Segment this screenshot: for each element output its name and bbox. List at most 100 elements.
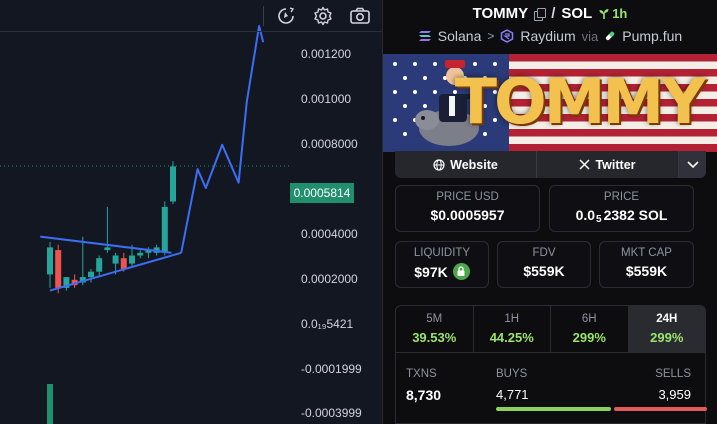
buys-bar [496,407,611,411]
chain-breadcrumb: Solana > Raydium via Pump.fun [383,28,717,44]
more-links-button[interactable] [679,151,706,178]
twitter-button[interactable]: Twitter [537,151,679,178]
gear-icon [314,6,332,26]
tab-label: 5M [426,313,443,325]
camera-icon [350,7,370,24]
tab-5m[interactable]: 5M 39.53% [396,306,474,352]
seedling-icon [599,8,609,19]
price-axis-label: 0.001200 [301,47,351,61]
price-usd-label: PRICE USD [436,191,499,203]
dex-link[interactable]: Raydium [520,28,575,44]
liquidity-card: LIQUIDITY $97K [395,241,489,288]
replay-icon [278,7,295,24]
transactions-panel: TXNS 8,730 BUYS 4,771 SELLS 3,959 [395,353,707,424]
liquidity-value: $97K [414,263,448,280]
price-native-label: PRICE [603,191,640,203]
projection-path [180,25,265,253]
token-banner: TOMMY [383,54,717,152]
chain-link[interactable]: Solana [438,28,482,44]
lock-icon[interactable] [452,263,470,280]
price-usd-card: PRICE USD $0.0005957 [395,185,540,232]
chevron-down-icon [686,160,699,168]
price-native-digits: 2382 SOL [603,207,668,223]
replay-button[interactable] [274,4,298,28]
txns-label: TXNS [406,368,437,380]
settings-button[interactable] [311,4,335,28]
tab-label: 1H [504,313,520,325]
x-logo-icon [579,159,590,170]
twitter-label: Twitter [595,157,636,172]
buys-label: BUYS [496,368,528,380]
social-links: Website Twitter [395,151,706,178]
screenshot-button[interactable] [348,4,372,28]
candle-body [96,258,103,272]
breadcrumb-separator: > [487,29,495,43]
current-price-tag: 0.0005814 [290,183,354,203]
buys-value: 4,771 [496,387,529,402]
tab-1h[interactable]: 1H 44.25% [474,306,551,352]
chart-pane[interactable]: 0.001200 0.001000 0.0008000 0.0004000 0.0002… [0,0,382,424]
pair-title: TOMMY / SOL 1h [383,5,717,22]
launchpad-link[interactable]: Pump.fun [622,28,682,44]
liquidity-label: LIQUIDITY [413,247,471,259]
market-cap-card: MKT CAP $559K [599,241,694,288]
candle-body [137,252,144,256]
price-chart[interactable]: 0.001200 0.001000 0.0008000 0.0004000 0.0002… [0,0,382,424]
sells-label: SELLS [655,368,691,380]
pair-header: TOMMY / SOL 1h Solana > Raydium via Pump… [383,0,717,54]
liquidity-value-row: $97K [396,263,488,280]
sells-value: 3,959 [658,387,691,402]
price-axis-label: 0.0002000 [301,272,358,286]
price-axis-label: -0.0003999 [301,406,362,420]
candle-body [170,166,176,202]
solana-icon [418,31,431,41]
price-change: 299% [572,330,606,345]
price-change: 39.53% [412,330,457,345]
price-usd-value: $0.0005957 [430,207,505,223]
fdv-value: $559K [523,263,565,279]
price-axis-label: -0.0001999 [301,362,362,376]
price-native-value: 0.0 5 2382 SOL [550,207,693,225]
market-cap-value: $559K [625,263,668,279]
fdv-label: FDV [532,247,556,259]
chart-toolbar [0,0,382,32]
banner-title: TOMMY [454,65,706,138]
candle-body [55,250,62,288]
pair-slash: / [551,5,556,22]
price-native-zero-count: 5 [596,213,602,225]
price-axis-label: 0.0004000 [301,227,358,241]
candle-body [161,206,168,253]
candle-body [104,247,111,251]
candle-body [47,247,53,275]
price-axis-label: 0.0₁₉5421 [301,317,354,331]
fdv-card: FDV $559K [497,241,591,288]
tab-6h[interactable]: 6H 299% [551,306,629,352]
timeframe-tabs: 5M 39.53% 1H 44.25% 6H 299% 24H 299% [395,305,706,353]
pill-icon [606,31,615,41]
price-axis-label: 0.0008000 [301,137,358,151]
quote-symbol: SOL [561,5,593,22]
price-native-prefix: 0.0 [575,207,596,223]
sells-bar [614,407,707,411]
website-button[interactable]: Website [395,151,537,178]
market-cap-label: MKT CAP [621,247,672,259]
tab-24h[interactable]: 24H 299% [628,306,705,352]
website-label: Website [450,157,498,172]
pair-age: 1h [612,6,628,21]
price-native-card: PRICE 0.0 5 2382 SOL [549,185,694,232]
tab-label: 6H [581,313,597,325]
candle-body [129,255,135,264]
copy-icon[interactable] [534,7,547,21]
price-change: 299% [650,330,684,345]
globe-icon [433,158,445,171]
pair-age-badge: 1h [598,6,627,21]
price-change: 44.25% [489,330,534,345]
token-symbol: TOMMY [472,5,529,22]
candle-body [88,271,94,278]
pair-info-pane: TOMMY / SOL 1h Solana > Raydium via Pump… [382,0,717,424]
price-axis-label: 0.001000 [301,92,351,106]
toolbar-divider [263,6,264,26]
tab-label: 24H [656,313,678,325]
raydium-icon [501,29,514,43]
candle-body [112,255,119,264]
